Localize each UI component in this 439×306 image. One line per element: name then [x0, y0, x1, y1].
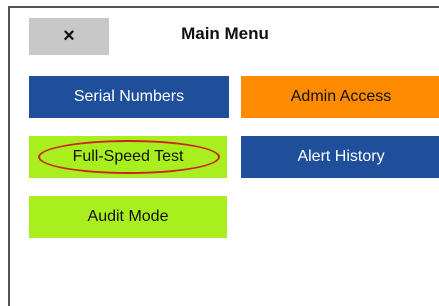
alert-history-button[interactable]: Alert History [241, 136, 439, 178]
full-speed-test-label: Full-Speed Test [72, 148, 184, 165]
alert-history-label: Alert History [297, 148, 385, 165]
page-title: Main Menu [181, 24, 269, 43]
serial-numbers-label: Serial Numbers [73, 88, 185, 105]
admin-access-button[interactable]: Admin Access [241, 76, 439, 118]
close-button[interactable]: × [29, 18, 109, 55]
serial-numbers-button[interactable]: Serial Numbers [29, 76, 229, 118]
audit-mode-button[interactable]: Audit Mode [29, 196, 227, 238]
full-speed-test-button[interactable]: Full-Speed Test [29, 136, 227, 178]
close-icon: × [63, 25, 75, 47]
audit-mode-label: Audit Mode [87, 208, 169, 225]
admin-access-label: Admin Access [290, 88, 392, 105]
